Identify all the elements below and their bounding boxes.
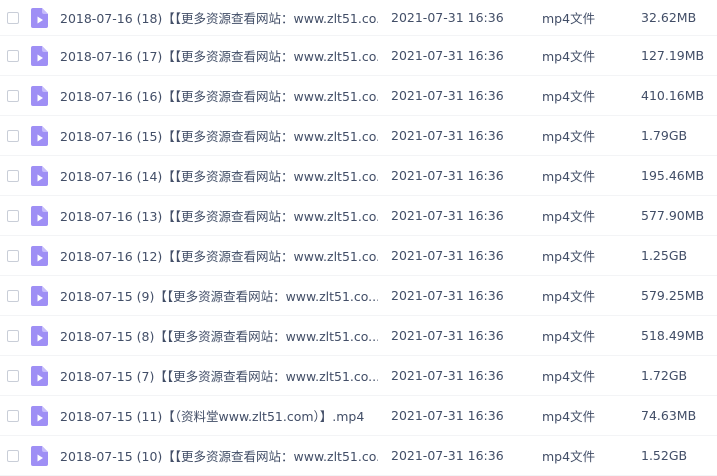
file-name[interactable]: 2018-07-16 (18)【【更多资源查看网站：www.zlt51.co..… <box>60 8 378 27</box>
file-name[interactable]: 2018-07-16 (12)【【更多资源查看网站：www.zlt51.co..… <box>60 246 378 265</box>
file-size: 1.25GB <box>641 248 688 263</box>
row-checkbox[interactable] <box>7 129 19 142</box>
file-name[interactable]: 2018-07-15 (8)【【更多资源查看网站：www.zlt51.co... <box>60 326 378 345</box>
file-size: 127.19MB <box>641 48 705 63</box>
row-checkbox[interactable] <box>7 209 19 222</box>
video-file-icon <box>31 445 48 466</box>
file-name[interactable]: 2018-07-15 (9)【【更多资源查看网站：www.zlt51.co... <box>60 286 378 305</box>
row-checkbox[interactable] <box>7 249 19 262</box>
video-file-icon <box>31 325 48 346</box>
file-row[interactable]: 2018-07-15 (10)【【更多资源查看网站：www.zlt51.co..… <box>0 436 717 476</box>
video-file-icon <box>31 7 48 28</box>
row-checkbox[interactable] <box>7 11 19 24</box>
file-type: mp4文件 <box>542 209 596 224</box>
file-type: mp4文件 <box>542 409 596 424</box>
file-type: mp4文件 <box>542 49 596 64</box>
file-type: mp4文件 <box>542 329 596 344</box>
file-row[interactable]: 2018-07-16 (14)【【更多资源查看网站：www.zlt51.co..… <box>0 156 717 196</box>
video-file-icon <box>31 45 48 66</box>
file-modified-date: 2021-07-31 16:36 <box>391 248 504 263</box>
file-type: mp4文件 <box>542 169 596 184</box>
file-name[interactable]: 2018-07-16 (15)【【更多资源查看网站：www.zlt51.co..… <box>60 126 378 145</box>
video-file-icon <box>31 165 48 186</box>
file-name[interactable]: 2018-07-15 (10)【【更多资源查看网站：www.zlt51.co..… <box>60 446 378 465</box>
file-list: 2018-07-16 (18)【【更多资源查看网站：www.zlt51.co..… <box>0 0 717 476</box>
file-row[interactable]: 2018-07-16 (16)【【更多资源查看网站：www.zlt51.co..… <box>0 76 717 116</box>
file-type: mp4文件 <box>542 249 596 264</box>
video-file-icon <box>31 285 48 306</box>
file-size: 74.63MB <box>641 408 697 423</box>
video-file-icon <box>31 365 48 386</box>
file-modified-date: 2021-07-31 16:36 <box>391 168 504 183</box>
video-file-icon <box>31 405 48 426</box>
row-checkbox[interactable] <box>7 449 19 462</box>
file-row[interactable]: 2018-07-15 (9)【【更多资源查看网站：www.zlt51.co...… <box>0 276 717 316</box>
file-name[interactable]: 2018-07-15 (11)【（资料堂www.zlt51.com）】.mp4 <box>60 406 378 425</box>
file-name[interactable]: 2018-07-15 (7)【【更多资源查看网站：www.zlt51.co... <box>60 366 378 385</box>
row-checkbox[interactable] <box>7 369 19 382</box>
file-type: mp4文件 <box>542 449 596 464</box>
file-type: mp4文件 <box>542 289 596 304</box>
file-size: 1.79GB <box>641 128 688 143</box>
file-size: 32.62MB <box>641 10 697 25</box>
file-size: 195.46MB <box>641 168 705 183</box>
file-type: mp4文件 <box>542 369 596 384</box>
file-row[interactable]: 2018-07-16 (17)【【更多资源查看网站：www.zlt51.co..… <box>0 36 717 76</box>
file-modified-date: 2021-07-31 16:36 <box>391 328 504 343</box>
file-modified-date: 2021-07-31 16:36 <box>391 48 504 63</box>
file-size: 577.90MB <box>641 208 705 223</box>
file-row[interactable]: 2018-07-16 (18)【【更多资源查看网站：www.zlt51.co..… <box>0 0 717 36</box>
file-row[interactable]: 2018-07-16 (12)【【更多资源查看网站：www.zlt51.co..… <box>0 236 717 276</box>
video-file-icon <box>31 245 48 266</box>
file-name[interactable]: 2018-07-16 (17)【【更多资源查看网站：www.zlt51.co..… <box>60 46 378 65</box>
file-size: 1.72GB <box>641 368 688 383</box>
file-row[interactable]: 2018-07-15 (7)【【更多资源查看网站：www.zlt51.co...… <box>0 356 717 396</box>
file-size: 518.49MB <box>641 328 705 343</box>
file-name[interactable]: 2018-07-16 (13)【【更多资源查看网站：www.zlt51.co..… <box>60 206 378 225</box>
file-type: mp4文件 <box>542 129 596 144</box>
file-size: 1.52GB <box>641 448 688 463</box>
row-checkbox[interactable] <box>7 329 19 342</box>
file-row[interactable]: 2018-07-16 (13)【【更多资源查看网站：www.zlt51.co..… <box>0 196 717 236</box>
file-modified-date: 2021-07-31 16:36 <box>391 368 504 383</box>
file-modified-date: 2021-07-31 16:36 <box>391 408 504 423</box>
file-size: 410.16MB <box>641 88 705 103</box>
video-file-icon <box>31 205 48 226</box>
file-modified-date: 2021-07-31 16:36 <box>391 448 504 463</box>
file-modified-date: 2021-07-31 16:36 <box>391 128 504 143</box>
file-modified-date: 2021-07-31 16:36 <box>391 288 504 303</box>
file-type: mp4文件 <box>542 89 596 104</box>
row-checkbox[interactable] <box>7 409 19 422</box>
row-checkbox[interactable] <box>7 169 19 182</box>
file-row[interactable]: 2018-07-15 (11)【（资料堂www.zlt51.com）】.mp4 … <box>0 396 717 436</box>
file-modified-date: 2021-07-31 16:36 <box>391 10 504 25</box>
row-checkbox[interactable] <box>7 49 19 62</box>
file-row[interactable]: 2018-07-15 (8)【【更多资源查看网站：www.zlt51.co...… <box>0 316 717 356</box>
file-size: 579.25MB <box>641 288 705 303</box>
file-modified-date: 2021-07-31 16:36 <box>391 208 504 223</box>
file-row[interactable]: 2018-07-16 (15)【【更多资源查看网站：www.zlt51.co..… <box>0 116 717 156</box>
row-checkbox[interactable] <box>7 89 19 102</box>
file-name[interactable]: 2018-07-16 (16)【【更多资源查看网站：www.zlt51.co..… <box>60 86 378 105</box>
video-file-icon <box>31 125 48 146</box>
row-checkbox[interactable] <box>7 289 19 302</box>
video-file-icon <box>31 85 48 106</box>
file-modified-date: 2021-07-31 16:36 <box>391 88 504 103</box>
file-name[interactable]: 2018-07-16 (14)【【更多资源查看网站：www.zlt51.co..… <box>60 166 378 185</box>
file-type: mp4文件 <box>542 11 596 26</box>
